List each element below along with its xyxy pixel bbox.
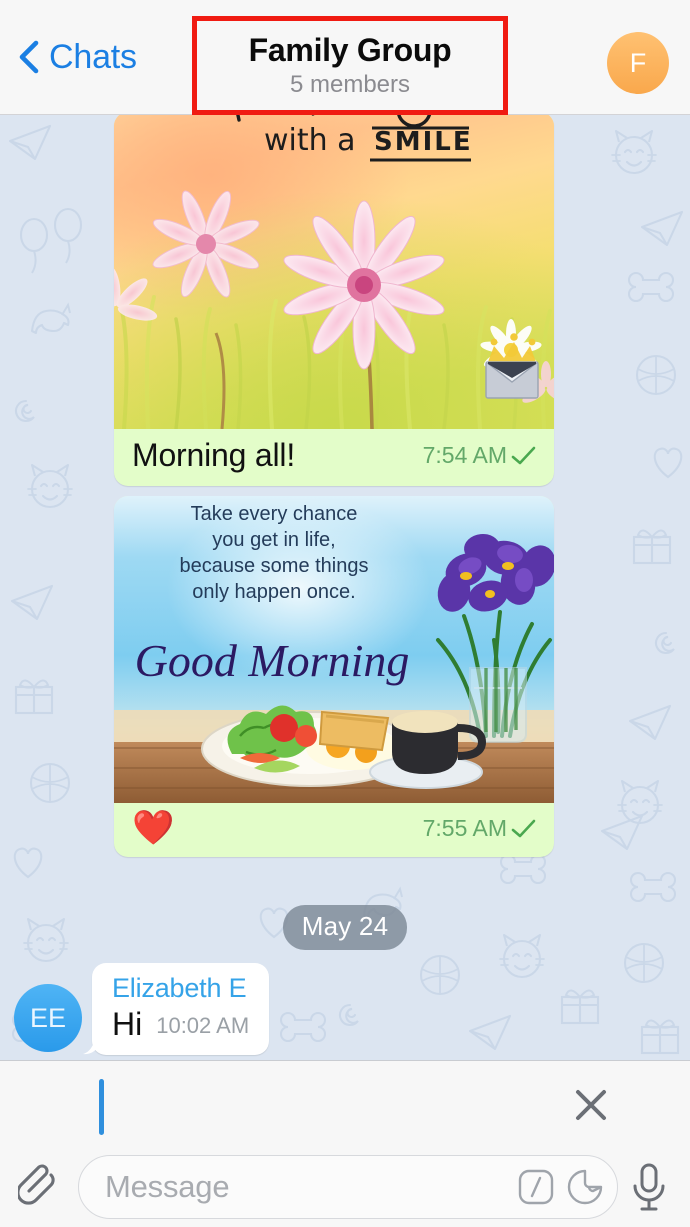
date-pill-label: May 24 — [282, 905, 408, 950]
message-row-incoming: EE Elizabeth E Hi 10:02 AM — [14, 963, 270, 1055]
bubble-tail-icon — [83, 1033, 101, 1055]
back-to-chats-button[interactable]: Chats — [18, 38, 137, 77]
single-check-icon — [511, 819, 536, 837]
message-text: Hi — [112, 1006, 143, 1042]
message-time: 10:02 AM — [156, 1013, 250, 1038]
telegram-chat-screen: Chats Family Group 5 members F with a SM… — [0, 0, 690, 1227]
good-morning-breakfast-photo: Take every chance you get in life, becau… — [114, 496, 554, 803]
reply-preview-bar — [0, 1061, 690, 1147]
message-photo[interactable]: with a SMILE — [114, 115, 554, 429]
chat-title-block[interactable]: Family Group 5 members — [192, 16, 508, 115]
message-meta: 7:54 AM — [423, 442, 536, 469]
composer-panel: Message — [0, 1060, 690, 1227]
paperclip-icon[interactable] — [18, 1163, 64, 1210]
back-button-label: Chats — [49, 37, 137, 76]
message-photo[interactable]: Take every chance you get in life, becau… — [114, 496, 554, 803]
close-icon[interactable] — [570, 1084, 612, 1126]
message-caption-row: ❤️ 7:55 AM — [114, 803, 554, 857]
sender-avatar-initials: EE — [29, 1002, 67, 1033]
photo-good-morning-title: Good Morning — [135, 635, 410, 686]
sunny-flower-field-photo: with a SMILE — [114, 115, 554, 429]
group-avatar-initial: F — [629, 47, 647, 78]
message-sender-name: Elizabeth E — [112, 973, 247, 1003]
message-time: 7:54 AM — [422, 442, 507, 468]
svg-text:with a: with a — [264, 123, 356, 158]
page-title: Family Group — [248, 32, 452, 69]
bubble-tail-icon — [545, 835, 554, 855]
chat-member-count: 5 members — [289, 70, 411, 98]
chevron-left-icon — [19, 40, 39, 74]
svg-text:SMILE: SMILE — [374, 127, 473, 157]
message-meta: 7:55 AM — [423, 815, 536, 842]
chat-header: Chats Family Group 5 members F — [0, 0, 690, 115]
message-input[interactable]: Message — [78, 1154, 618, 1219]
svg-text:only happen once.: only happen once. — [192, 581, 355, 603]
bubble-tail-icon — [545, 464, 554, 484]
sticker-icon[interactable] — [565, 1167, 605, 1207]
group-avatar[interactable]: F — [607, 32, 669, 94]
message-caption-emoji: ❤️ — [132, 809, 175, 847]
slash-command-icon[interactable] — [516, 1167, 556, 1207]
svg-text:Take every chance: Take every chance — [191, 503, 358, 525]
sender-avatar[interactable]: EE — [14, 984, 82, 1052]
message-input-placeholder: Message — [105, 1168, 230, 1204]
single-check-icon — [511, 446, 536, 465]
svg-text:you get in life,: you get in life, — [212, 529, 335, 551]
date-divider: May 24 — [0, 905, 690, 950]
microphone-icon[interactable] — [628, 1161, 670, 1213]
message-bubble-incoming[interactable]: Elizabeth E Hi 10:02 AM — [83, 963, 270, 1055]
message-list[interactable]: with a SMILE Morning all! 7:54 AM Take e… — [0, 115, 690, 1060]
message-input-row: Message — [0, 1146, 690, 1227]
message-bubble-outgoing[interactable]: Take every chance you get in life, becau… — [114, 496, 554, 857]
message-bubble-outgoing[interactable]: with a SMILE Morning all! 7:54 AM — [114, 115, 554, 486]
message-time: 7:55 AM — [422, 814, 507, 841]
message-caption: Morning all! — [132, 437, 296, 473]
reply-accent-bar — [99, 1079, 104, 1135]
svg-text:because some things: because some things — [179, 555, 368, 577]
message-caption-row: Morning all! 7:54 AM — [114, 429, 554, 486]
